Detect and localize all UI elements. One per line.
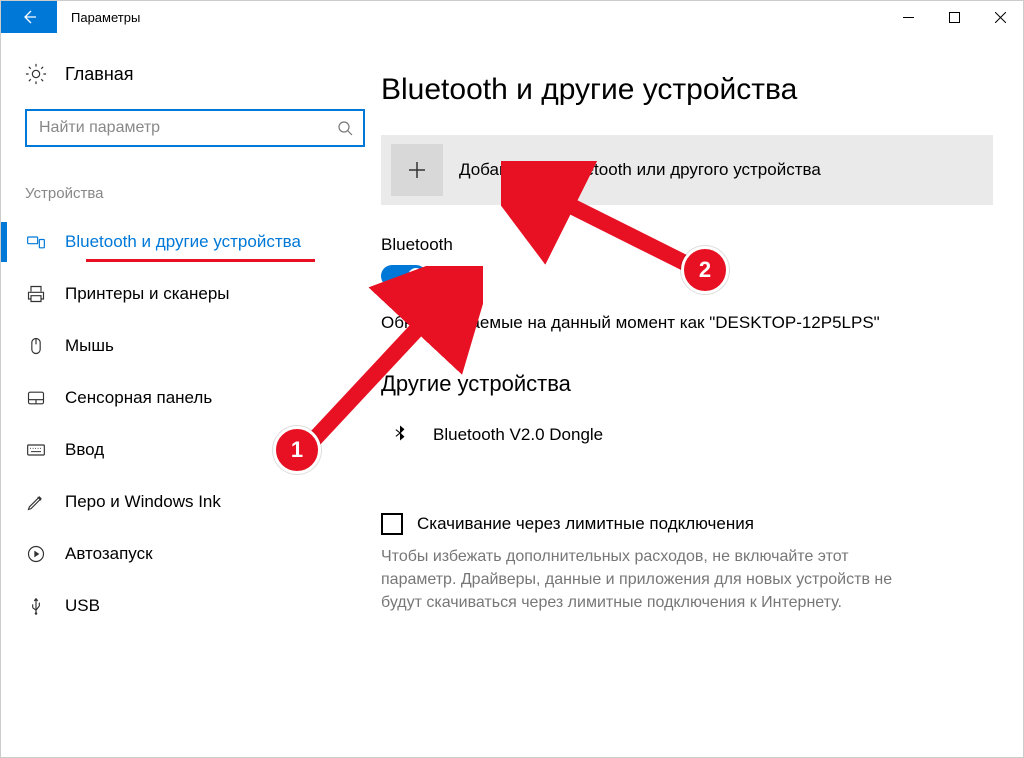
minimize-icon xyxy=(903,12,914,23)
titlebar: Параметры xyxy=(1,1,1023,33)
sidebar-item-label: Перо и Windows Ink xyxy=(65,492,221,512)
metered-hint: Чтобы избежать дополнительных расходов, … xyxy=(381,545,911,615)
metered-checkbox-label: Скачивание через лимитные подключения xyxy=(417,514,754,534)
search-icon xyxy=(337,120,353,136)
sidebar-item-label: Сенсорная панель xyxy=(65,388,212,408)
sidebar-item-usb[interactable]: USB xyxy=(25,580,381,632)
printer-icon xyxy=(25,283,47,305)
annotation-underline xyxy=(86,259,315,262)
sidebar-item-label: Автозапуск xyxy=(65,544,153,564)
search-box[interactable] xyxy=(25,109,365,147)
page-title: Bluetooth и другие устройства xyxy=(381,73,993,107)
annotation-badge-2: 2 xyxy=(681,246,729,294)
home-label: Главная xyxy=(65,64,134,85)
usb-icon xyxy=(25,595,47,617)
search-input[interactable] xyxy=(37,118,337,138)
close-button[interactable] xyxy=(977,1,1023,33)
gear-icon xyxy=(25,63,47,85)
metered-checkbox[interactable] xyxy=(381,513,403,535)
pen-icon xyxy=(25,491,47,513)
sidebar-item-autoplay[interactable]: Автозапуск xyxy=(25,528,381,580)
window-title: Параметры xyxy=(57,10,140,25)
close-icon xyxy=(995,12,1006,23)
back-arrow-icon xyxy=(21,9,37,25)
metered-checkbox-row[interactable]: Скачивание через лимитные подключения xyxy=(381,513,993,535)
annotation-badge-1: 1 xyxy=(273,426,321,474)
plus-icon xyxy=(391,144,443,196)
sidebar-item-pen[interactable]: Перо и Windows Ink xyxy=(25,476,381,528)
bluetooth-devices-icon xyxy=(25,231,47,253)
autoplay-icon xyxy=(25,543,47,565)
minimize-button[interactable] xyxy=(885,1,931,33)
home-link[interactable]: Главная xyxy=(25,63,381,85)
settings-window: Параметры Главная xyxy=(0,0,1024,758)
sidebar-item-label: USB xyxy=(65,596,100,616)
sidebar-item-label: Bluetooth и другие устройства xyxy=(65,232,301,252)
sidebar-item-label: Ввод xyxy=(65,440,104,460)
sidebar-item-bluetooth[interactable]: Bluetooth и другие устройства xyxy=(25,216,381,268)
window-controls xyxy=(885,1,1023,33)
sidebar-section-title: Устройства xyxy=(25,185,381,202)
back-button[interactable] xyxy=(1,1,57,33)
sidebar-item-label: Мышь xyxy=(65,336,114,356)
mouse-icon xyxy=(25,335,47,357)
body: Главная Устройства Bluetooth и другие ус… xyxy=(1,33,1023,757)
keyboard-icon xyxy=(25,439,47,461)
sidebar-item-label: Принтеры и сканеры xyxy=(65,284,230,304)
maximize-icon xyxy=(949,12,960,23)
touchpad-icon xyxy=(25,387,47,409)
maximize-button[interactable] xyxy=(931,1,977,33)
